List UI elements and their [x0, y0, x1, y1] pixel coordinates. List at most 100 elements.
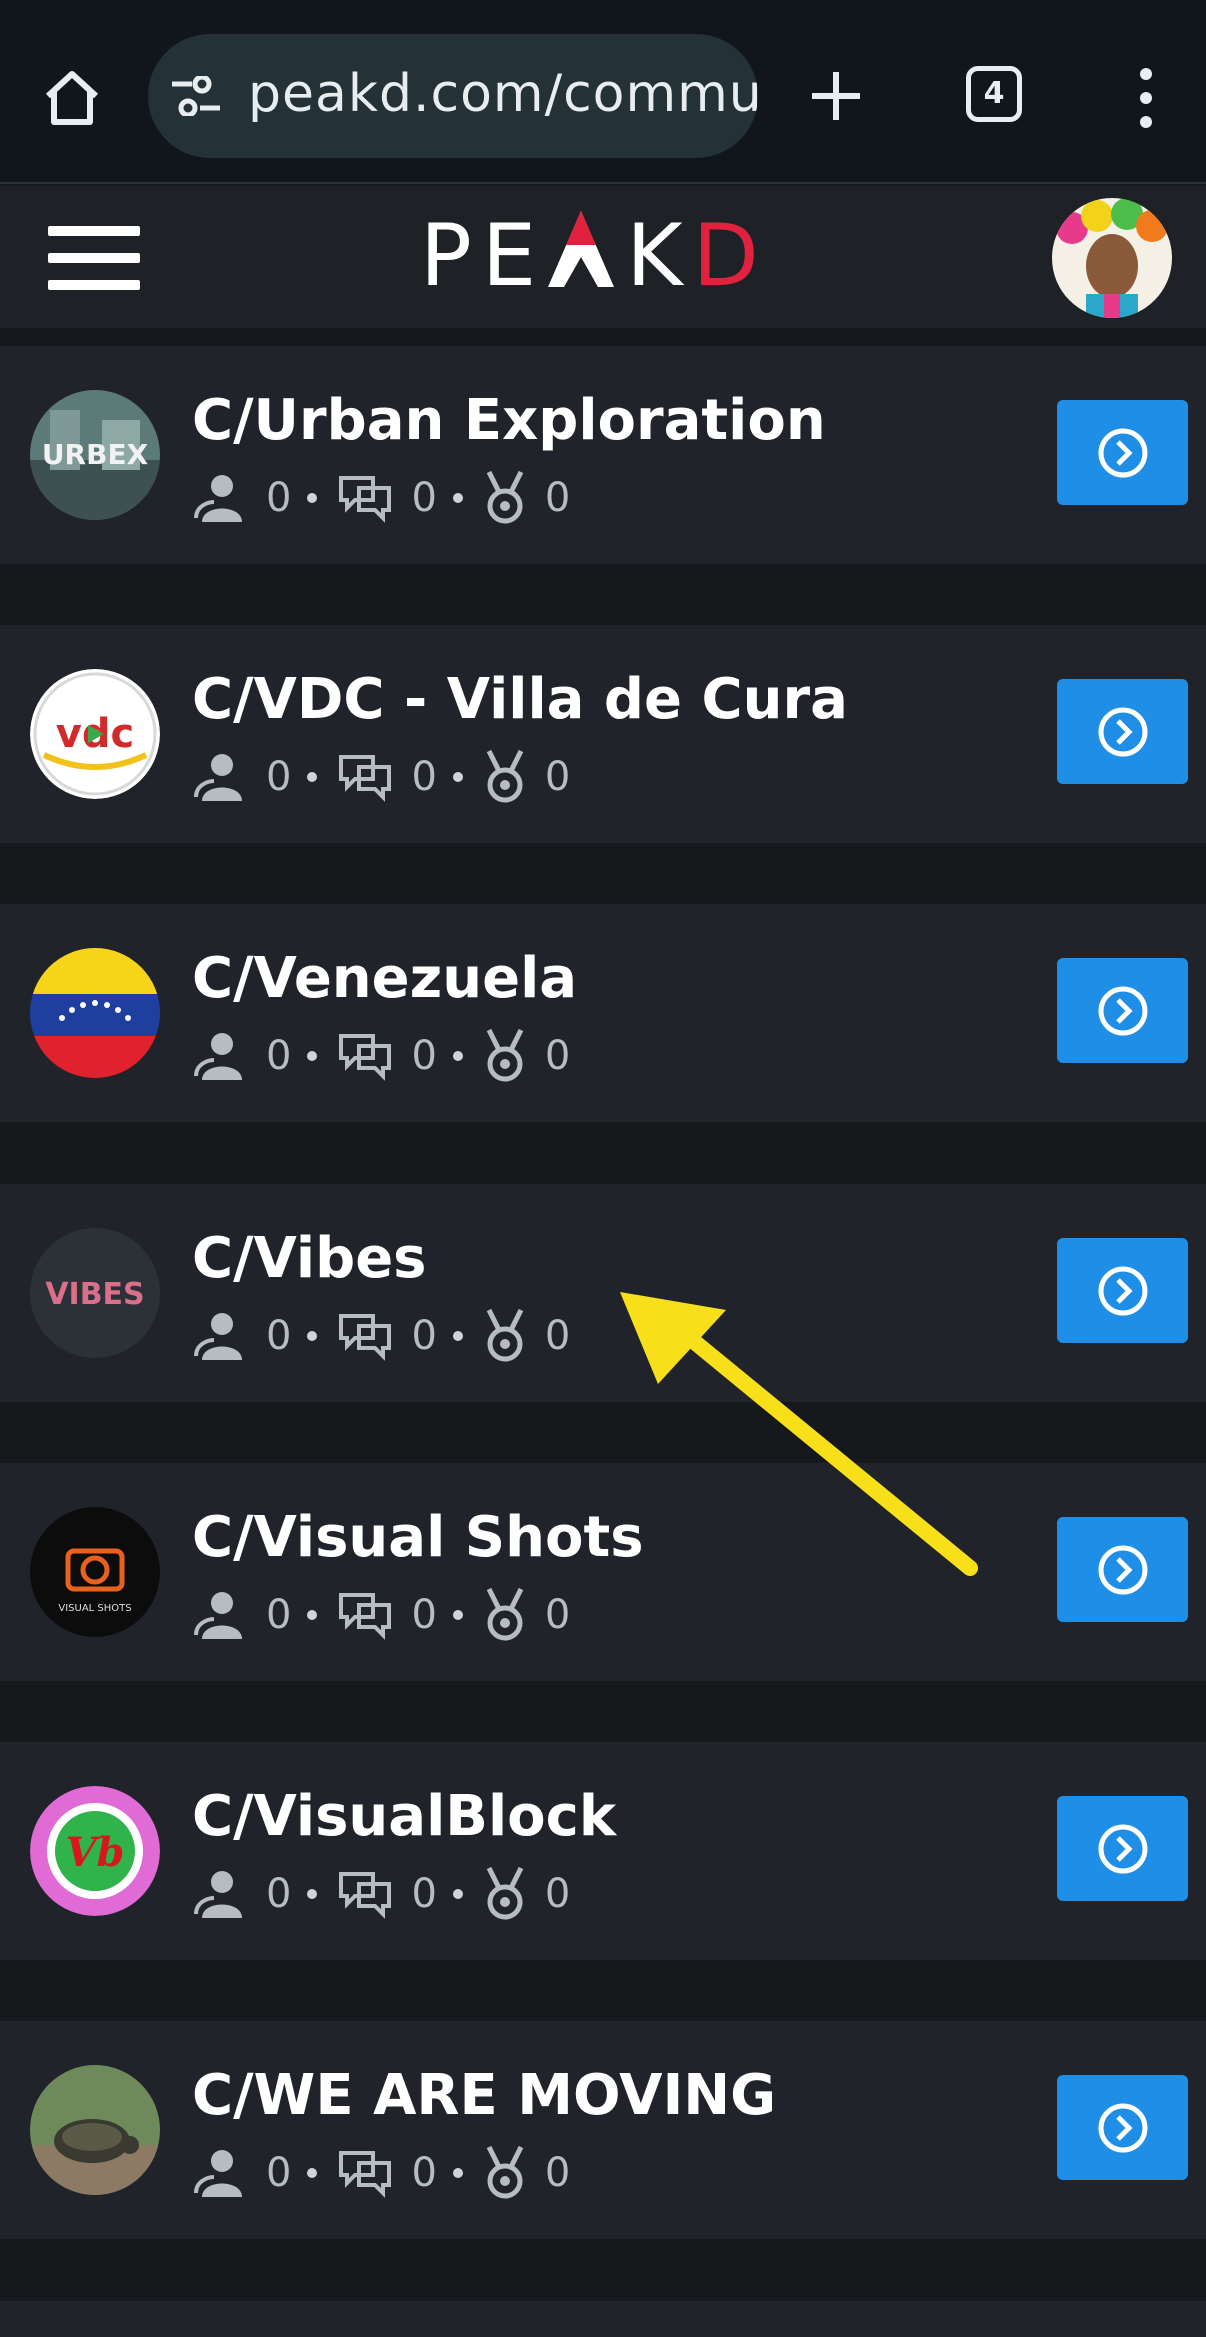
subscribers-count: 0	[266, 1313, 292, 1359]
community-stats: 0 0 0	[192, 2145, 586, 2201]
chevron-right-circle-icon	[1098, 1545, 1147, 1594]
urbex-logo-text: URBEX	[42, 438, 149, 471]
community-name[interactable]: C/VDC - Villa de Cura	[192, 667, 848, 732]
rewards-medal-icon	[486, 2145, 524, 2199]
rewards-medal-icon	[486, 1308, 524, 1362]
rewards-count: 0	[544, 1592, 571, 1638]
posts-count: 0	[411, 1033, 437, 1079]
community-row[interactable]: C/WE ARE MOVING 0 0 0	[0, 2021, 1206, 2239]
open-community-button[interactable]	[1057, 1517, 1188, 1622]
chevron-right-circle-icon	[1098, 707, 1147, 756]
community-name[interactable]: C/VisualBlock	[192, 1784, 616, 1849]
community-stats: 0 0 0	[192, 1866, 586, 1922]
posts-icon	[339, 755, 392, 802]
open-community-button[interactable]	[1057, 1796, 1188, 1901]
community-avatar: URBEX	[30, 390, 160, 520]
posts-count: 0	[411, 1313, 437, 1359]
posts-count: 0	[411, 2150, 437, 2196]
user-avatar[interactable]	[1052, 198, 1172, 318]
community-avatar: vdc	[30, 669, 160, 799]
open-community-button[interactable]	[1057, 1238, 1188, 1343]
community-stats: 0 0 0	[192, 749, 586, 805]
community-name[interactable]: C/Vibes	[192, 1226, 427, 1291]
logo-text-1: PE	[420, 206, 547, 306]
posts-count: 0	[411, 475, 437, 521]
rewards-count: 0	[544, 1313, 571, 1359]
subscribers-icon	[194, 1313, 242, 1360]
subscribers-count: 0	[266, 2150, 292, 2196]
community-avatar	[30, 2065, 160, 2195]
community-stats: 0 0 0	[192, 1028, 586, 1084]
chevron-right-circle-icon	[1098, 1824, 1147, 1873]
rewards-count: 0	[544, 754, 571, 800]
hamburger-menu-icon[interactable]	[48, 226, 140, 290]
community-name[interactable]: C/WE ARE MOVING	[192, 2063, 776, 2128]
open-community-button[interactable]	[1057, 400, 1188, 505]
subscribers-count: 0	[266, 754, 292, 800]
new-tab-icon[interactable]	[808, 68, 864, 124]
chevron-right-circle-icon	[1098, 986, 1147, 1035]
open-community-button[interactable]	[1057, 679, 1188, 784]
open-community-button[interactable]	[1057, 958, 1188, 1063]
posts-count: 0	[411, 1871, 437, 1917]
chevron-right-circle-icon	[1098, 1266, 1147, 1315]
community-avatar: VISUAL SHOTS	[30, 1507, 160, 1637]
rewards-medal-icon	[486, 1028, 524, 1082]
subscribers-icon	[194, 2150, 242, 2197]
rewards-medal-icon	[486, 1866, 524, 1920]
visual-shots-logo-text: VISUAL SHOTS	[58, 1603, 131, 1614]
subscribers-count: 0	[266, 475, 292, 521]
home-icon[interactable]	[40, 66, 104, 130]
posts-icon	[339, 1593, 392, 1640]
subscribers-icon	[194, 1033, 242, 1080]
peakd-logo[interactable]: PE KD	[420, 208, 769, 304]
rewards-count: 0	[544, 1871, 571, 1917]
posts-icon	[339, 2151, 392, 2198]
subscribers-count: 0	[266, 1592, 292, 1638]
community-name[interactable]: C/Visual Shots	[192, 1505, 644, 1570]
community-row[interactable]: vdc C/VDC - Villa de Cura 0 0 0	[0, 625, 1206, 843]
open-community-button[interactable]	[1057, 2075, 1188, 2180]
community-avatar: Vb	[30, 1786, 160, 1916]
subscribers-icon	[194, 475, 242, 522]
visualblock-logo-text: Vb	[65, 1829, 124, 1876]
posts-icon	[339, 1314, 392, 1361]
rewards-medal-icon	[486, 1587, 524, 1641]
subscribers-icon	[194, 754, 242, 801]
chevron-right-circle-icon	[1098, 2103, 1147, 2152]
tab-switcher-icon[interactable]: 4	[966, 66, 1022, 122]
subscribers-icon	[194, 1592, 242, 1639]
posts-icon	[339, 1872, 392, 1919]
community-row[interactable]: C/Venezuela 0 0 0	[0, 904, 1206, 1122]
rewards-medal-icon	[486, 470, 524, 524]
community-row-partial	[0, 2301, 1206, 2337]
app-header: PE KD	[0, 186, 1206, 328]
subscribers-count: 0	[266, 1871, 292, 1917]
logo-text-2: K	[626, 206, 693, 306]
community-row[interactable]: URBEX C/Urban Exploration 0 0 0	[0, 346, 1206, 564]
vibes-logo-text: VIBES	[45, 1277, 144, 1312]
site-settings-icon[interactable]	[170, 76, 222, 116]
posts-icon	[339, 476, 392, 523]
rewards-medal-icon	[486, 749, 524, 803]
community-row[interactable]: Vb C/VisualBlock 0 0 0	[0, 1742, 1206, 1960]
community-stats: 0 0 0	[192, 1587, 586, 1643]
address-bar[interactable]: peakd.com/commur	[148, 34, 758, 158]
chevron-right-circle-icon	[1098, 428, 1147, 477]
browser-toolbar: peakd.com/commur 4	[0, 0, 1206, 184]
posts-count: 0	[411, 1592, 437, 1638]
subscribers-count: 0	[266, 1033, 292, 1079]
logo-text-3: D	[692, 206, 769, 306]
annotation-arrow-icon	[620, 1292, 978, 1576]
rewards-count: 0	[544, 475, 571, 521]
more-menu-icon[interactable]	[1126, 66, 1166, 130]
community-name[interactable]: C/Urban Exploration	[192, 388, 826, 453]
community-name[interactable]: C/Venezuela	[192, 946, 577, 1011]
community-stats: 0 0 0	[192, 470, 586, 526]
posts-icon	[339, 1034, 392, 1081]
subscribers-icon	[194, 1871, 242, 1918]
url-text[interactable]: peakd.com/commur	[248, 64, 758, 124]
rewards-count: 0	[544, 2150, 571, 2196]
logo-a-icon	[548, 211, 615, 287]
rewards-count: 0	[544, 1033, 571, 1079]
